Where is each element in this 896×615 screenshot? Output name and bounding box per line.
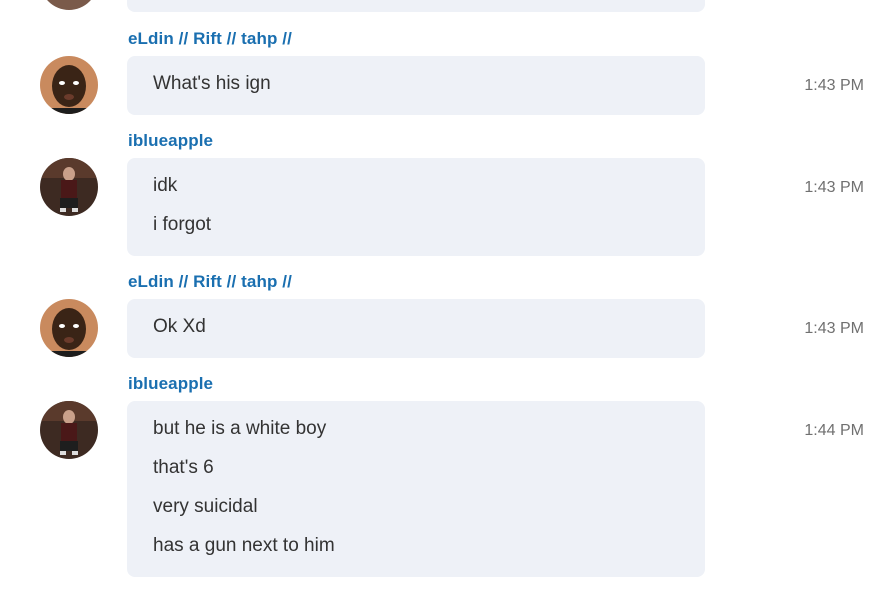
message-text: that's 6 bbox=[153, 457, 214, 478]
avatar[interactable] bbox=[40, 158, 98, 216]
avatar[interactable] bbox=[40, 401, 98, 459]
avatar[interactable] bbox=[40, 56, 98, 114]
avatar[interactable] bbox=[40, 0, 98, 10]
message-text: Ok Xd bbox=[153, 316, 206, 337]
sender-name[interactable]: eLdin // Rift // tahp // bbox=[128, 272, 292, 292]
timestamp: 1:44 PM bbox=[804, 422, 864, 439]
message-text: idk bbox=[153, 175, 178, 196]
sender-name[interactable]: eLdin // Rift // tahp // bbox=[128, 29, 292, 49]
timestamp: 1:43 PM bbox=[804, 179, 864, 196]
message-bubble: What's his ign bbox=[127, 56, 705, 115]
message-text: i forgot bbox=[153, 214, 212, 235]
sender-name[interactable]: iblueapple bbox=[128, 131, 213, 151]
message-text: has a gun next to him bbox=[153, 535, 335, 556]
sender-name[interactable]: iblueapple bbox=[128, 374, 213, 394]
message-text: very suicidal bbox=[153, 496, 258, 517]
message-bubble: but he is a white boy that's 6 very suic… bbox=[127, 401, 705, 577]
timestamp: 1:43 PM bbox=[804, 77, 864, 94]
message-bubble bbox=[127, 0, 705, 12]
message-bubble: idk i forgot bbox=[127, 158, 705, 256]
timestamp: 1:43 PM bbox=[804, 320, 864, 337]
avatar[interactable] bbox=[40, 299, 98, 357]
message-text: but he is a white boy bbox=[153, 418, 327, 439]
message-bubble: Ok Xd bbox=[127, 299, 705, 358]
message-text: What's his ign bbox=[153, 73, 271, 94]
